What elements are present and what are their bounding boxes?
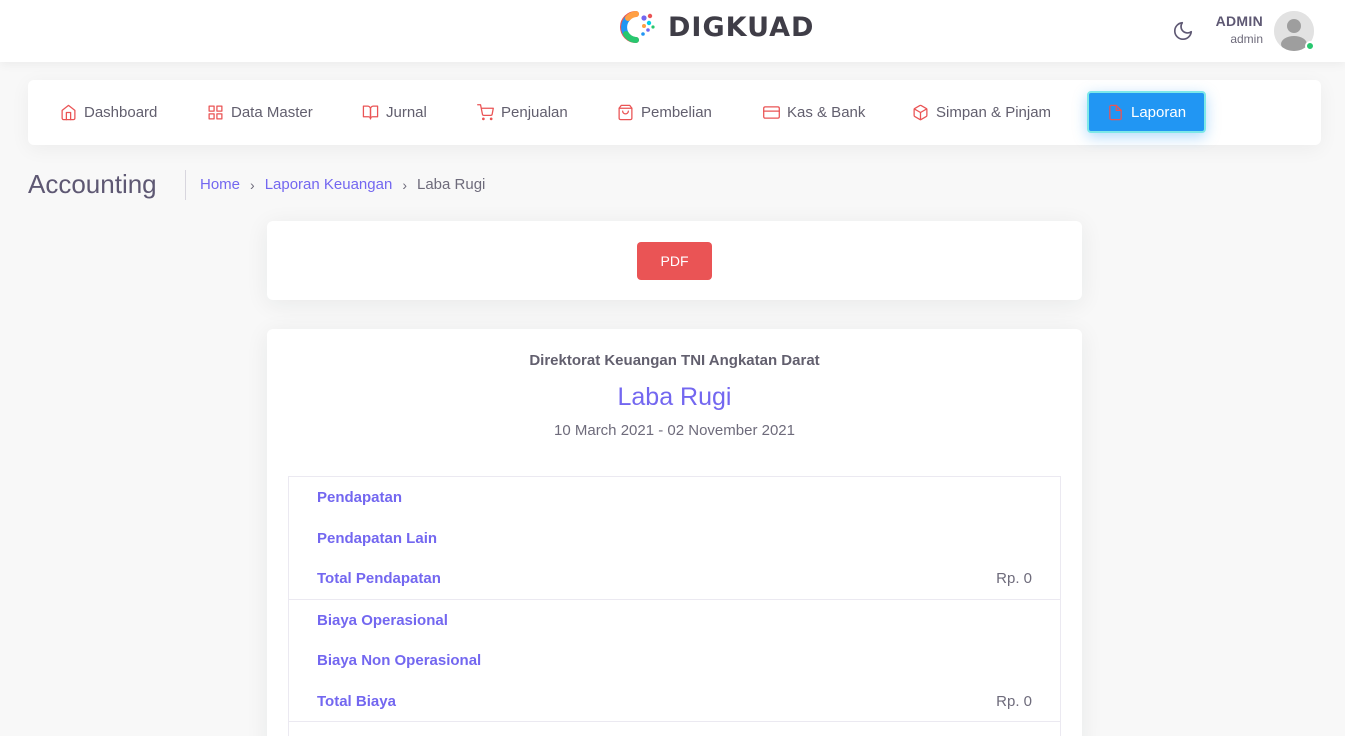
nav-label: Simpan & Pinjam <box>936 104 1052 121</box>
row-label: Total Pendapatan <box>317 569 441 587</box>
nav-item-pembelian[interactable]: Pembelian <box>617 80 712 145</box>
nav-item-laporan[interactable]: Laporan <box>1087 91 1207 133</box>
export-card: PDF <box>267 221 1082 300</box>
brand[interactable]: DIGKUAD <box>618 10 814 44</box>
top-header: DIGKUAD ADMIN admin <box>0 0 1345 62</box>
report-period: 10 March 2021 - 02 November 2021 <box>554 422 795 439</box>
nav-item-simpan-pinjam[interactable]: Simpan & Pinjam <box>912 80 1051 145</box>
file-icon <box>1109 104 1122 120</box>
report-title: Laba Rugi <box>617 383 732 411</box>
nav-item-kas-bank[interactable]: Kas & Bank <box>763 80 865 145</box>
box-icon <box>913 104 928 121</box>
nav-label: Data Master <box>231 104 313 121</box>
chevron-right-icon: › <box>250 176 255 193</box>
home-icon <box>61 104 76 121</box>
pdf-button[interactable]: PDF <box>637 242 712 280</box>
nav-item-jurnal[interactable]: Jurnal <box>362 80 427 145</box>
nav-item-data-master[interactable]: Data Master <box>207 80 313 145</box>
user-name[interactable]: ADMIN <box>1216 13 1263 29</box>
report-row-biaya-operasional: Biaya Operasional <box>289 605 1060 635</box>
row-label: Total Biaya <box>317 692 396 710</box>
nav-label: Laporan <box>1131 103 1187 121</box>
breadcrumb-laporan-keuangan-link[interactable]: Laporan Keuangan <box>265 176 393 193</box>
organization-name: Direktorat Keuangan TNI Angkatan Darat <box>529 352 820 369</box>
nav-label: Penjualan <box>501 104 568 121</box>
report-row-total-biaya: Total Biaya Rp. 0 <box>289 686 1060 716</box>
nav-label: Jurnal <box>386 104 427 121</box>
row-label: Pendapatan Lain <box>317 529 438 547</box>
shopping-bag-icon <box>618 104 633 121</box>
nav-item-penjualan[interactable]: Penjualan <box>477 80 568 145</box>
credit-card-icon <box>763 106 780 119</box>
row-label: Pendapatan <box>317 488 403 506</box>
report-table: Pendapatan Pendapatan Lain Total Pendapa… <box>288 476 1061 736</box>
nav-label: Dashboard <box>84 104 158 121</box>
brand-logo-icon <box>620 11 655 43</box>
report-row-pendapatan-lain: Pendapatan Lain <box>289 523 1060 553</box>
breadcrumb: Home › Laporan Keuangan › Laba Rugi <box>200 176 485 193</box>
avatar[interactable] <box>1274 11 1315 52</box>
main-nav: Dashboard Data Master Jurnal Penjualan P… <box>28 80 1321 145</box>
user-role: admin <box>1230 32 1263 46</box>
row-value: Rp. 0 <box>996 692 1032 710</box>
page-title: Accounting <box>28 169 157 199</box>
report-card: Direktorat Keuangan TNI Angkatan Darat L… <box>267 329 1082 736</box>
row-value: Rp. 0 <box>996 569 1032 587</box>
breadcrumb-home-link[interactable]: Home <box>200 176 240 193</box>
nav-label: Kas & Bank <box>787 104 866 121</box>
nav-item-dashboard[interactable]: Dashboard <box>60 80 157 145</box>
online-status-dot <box>1305 41 1315 51</box>
breadcrumb-current: Laba Rugi <box>416 176 486 193</box>
chevron-right-icon: › <box>402 176 407 193</box>
report-row-pendapatan: Pendapatan <box>289 482 1060 512</box>
row-label: Biaya Operasional <box>317 611 448 629</box>
grid-icon <box>208 105 223 120</box>
breadcrumb-divider <box>185 170 186 200</box>
report-row-total-pendapatan: Total Pendapatan Rp. 0 <box>289 563 1060 593</box>
brand-name: DIGKUAD <box>668 11 815 43</box>
row-label: Biaya Non Operasional <box>317 651 482 669</box>
section-divider <box>289 599 1060 600</box>
section-divider <box>289 721 1060 722</box>
shopping-cart-icon <box>477 104 494 121</box>
nav-label: Pembelian <box>641 104 712 121</box>
book-open-icon <box>362 105 379 120</box>
moon-icon[interactable] <box>1172 20 1194 42</box>
report-row-biaya-non-operasional: Biaya Non Operasional <box>289 645 1060 675</box>
